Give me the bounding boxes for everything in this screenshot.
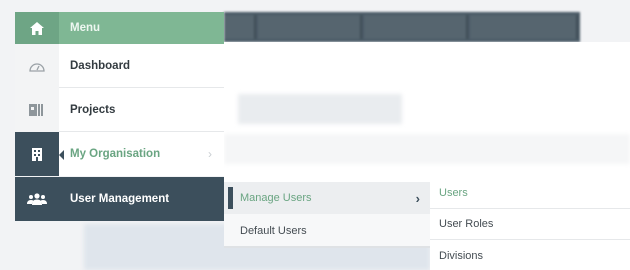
background-tab <box>470 15 578 39</box>
active-pointer <box>59 150 64 160</box>
chevron-right-icon: › <box>415 190 420 206</box>
sidebar-item-my-organisation[interactable]: My Organisation › <box>15 132 224 176</box>
sidebar-item-label: Dashboard <box>70 59 131 72</box>
sidebar-item-label: User Management <box>70 193 170 205</box>
sidebar-item-user-management[interactable]: User Management <box>15 177 224 221</box>
sidebar-item-label: My Organisation <box>70 148 161 160</box>
background-field <box>224 134 630 164</box>
submenu-item-users[interactable]: Users <box>430 178 630 209</box>
user-management-submenu: Manage Users › Default Users <box>224 182 430 248</box>
sidebar-item-label: Projects <box>70 103 116 116</box>
submenu-item-label: Default Users <box>240 225 307 237</box>
background-tab <box>224 15 256 39</box>
background-tab <box>364 15 468 39</box>
building-icon <box>15 132 59 176</box>
users-icon <box>15 177 59 221</box>
home-icon <box>15 12 59 44</box>
background-content-panel <box>224 42 630 182</box>
submenu-item-label: Manage Users <box>240 192 312 204</box>
sidebar-item-dashboard[interactable]: Dashboard <box>15 43 224 88</box>
background-field <box>238 94 402 124</box>
manage-users-submenu: Users User Roles Divisions <box>430 178 630 270</box>
chevron-right-icon: › <box>208 147 212 161</box>
submenu-item-default-users[interactable]: Default Users <box>224 215 430 247</box>
menu-header[interactable]: Menu <box>15 12 224 44</box>
menu-header-label: Menu <box>70 22 101 34</box>
background-top-bar <box>224 12 580 42</box>
projects-icon <box>15 87 59 132</box>
submenu-item-user-roles[interactable]: User Roles <box>430 209 630 240</box>
dashboard-icon <box>15 43 59 88</box>
submenu-item-manage-users[interactable]: Manage Users › <box>224 182 430 214</box>
submenu-item-divisions[interactable]: Divisions <box>430 240 630 270</box>
sidebar-menu: Menu Dashboard Projects My Organisation … <box>15 12 224 221</box>
sidebar-item-projects[interactable]: Projects <box>15 87 224 132</box>
background-tab <box>258 15 362 39</box>
